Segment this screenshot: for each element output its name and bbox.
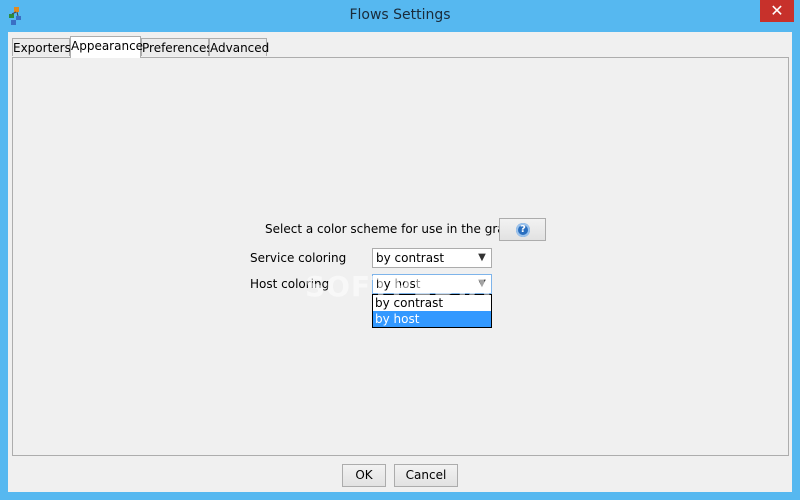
window-title: Flows Settings — [349, 7, 451, 23]
close-button[interactable]: ✕ — [760, 0, 794, 22]
tab-exporters[interactable]: Exporters — [12, 38, 71, 56]
service-coloring-value: by contrast — [376, 251, 445, 265]
tab-appearance[interactable]: Appearance — [70, 36, 143, 58]
color-scheme-help-button[interactable]: ? — [499, 218, 546, 241]
ok-button[interactable]: OK — [342, 464, 386, 487]
close-icon: ✕ — [770, 1, 784, 20]
host-coloring-select[interactable]: by host ▼ — [372, 274, 492, 294]
color-scheme-label: Select a color scheme for use in the gra… — [265, 222, 531, 236]
title-bar[interactable]: Flows Settings ✕ — [0, 0, 800, 32]
host-coloring-dropdown: by contrast by host — [372, 294, 492, 328]
tab-advanced[interactable]: Advanced — [209, 38, 269, 56]
service-coloring-label: Service coloring — [250, 251, 347, 265]
chevron-down-icon: ▼ — [478, 252, 486, 263]
help-icon: ? — [516, 223, 530, 237]
settings-window: Flows Settings ✕ Exporters Appearance Pr… — [0, 0, 800, 500]
host-coloring-label: Host coloring — [250, 277, 330, 291]
cancel-button[interactable]: Cancel — [394, 464, 458, 487]
option-by-host[interactable]: by host — [373, 311, 491, 327]
tab-preferences[interactable]: Preferences — [141, 38, 213, 56]
service-coloring-select[interactable]: by contrast ▼ — [372, 248, 492, 268]
option-by-contrast[interactable]: by contrast — [373, 295, 491, 311]
chevron-down-icon: ▼ — [478, 278, 486, 289]
host-coloring-value: by host — [376, 277, 421, 291]
